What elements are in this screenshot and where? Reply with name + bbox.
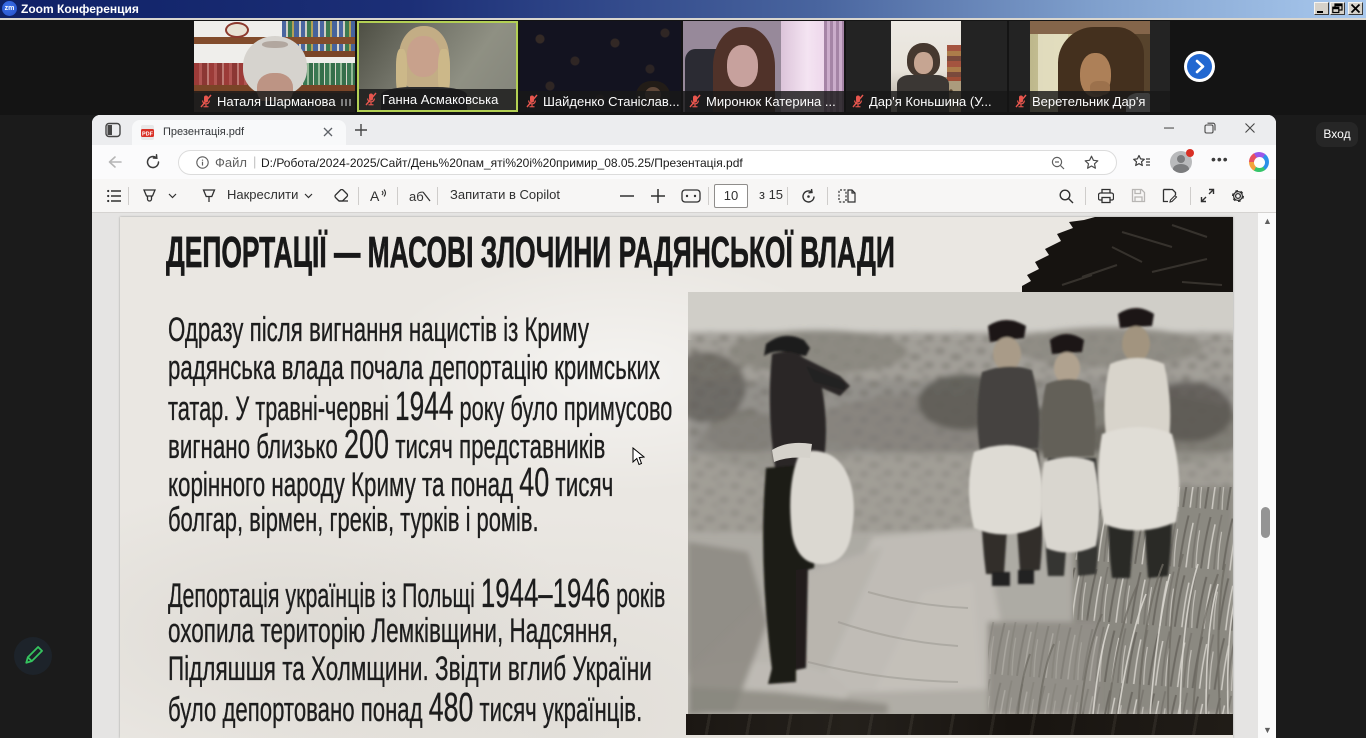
svg-text:PDF: PDF [142, 132, 154, 138]
svg-text:A: A [370, 188, 380, 204]
svg-text:аб: аб [409, 189, 424, 204]
